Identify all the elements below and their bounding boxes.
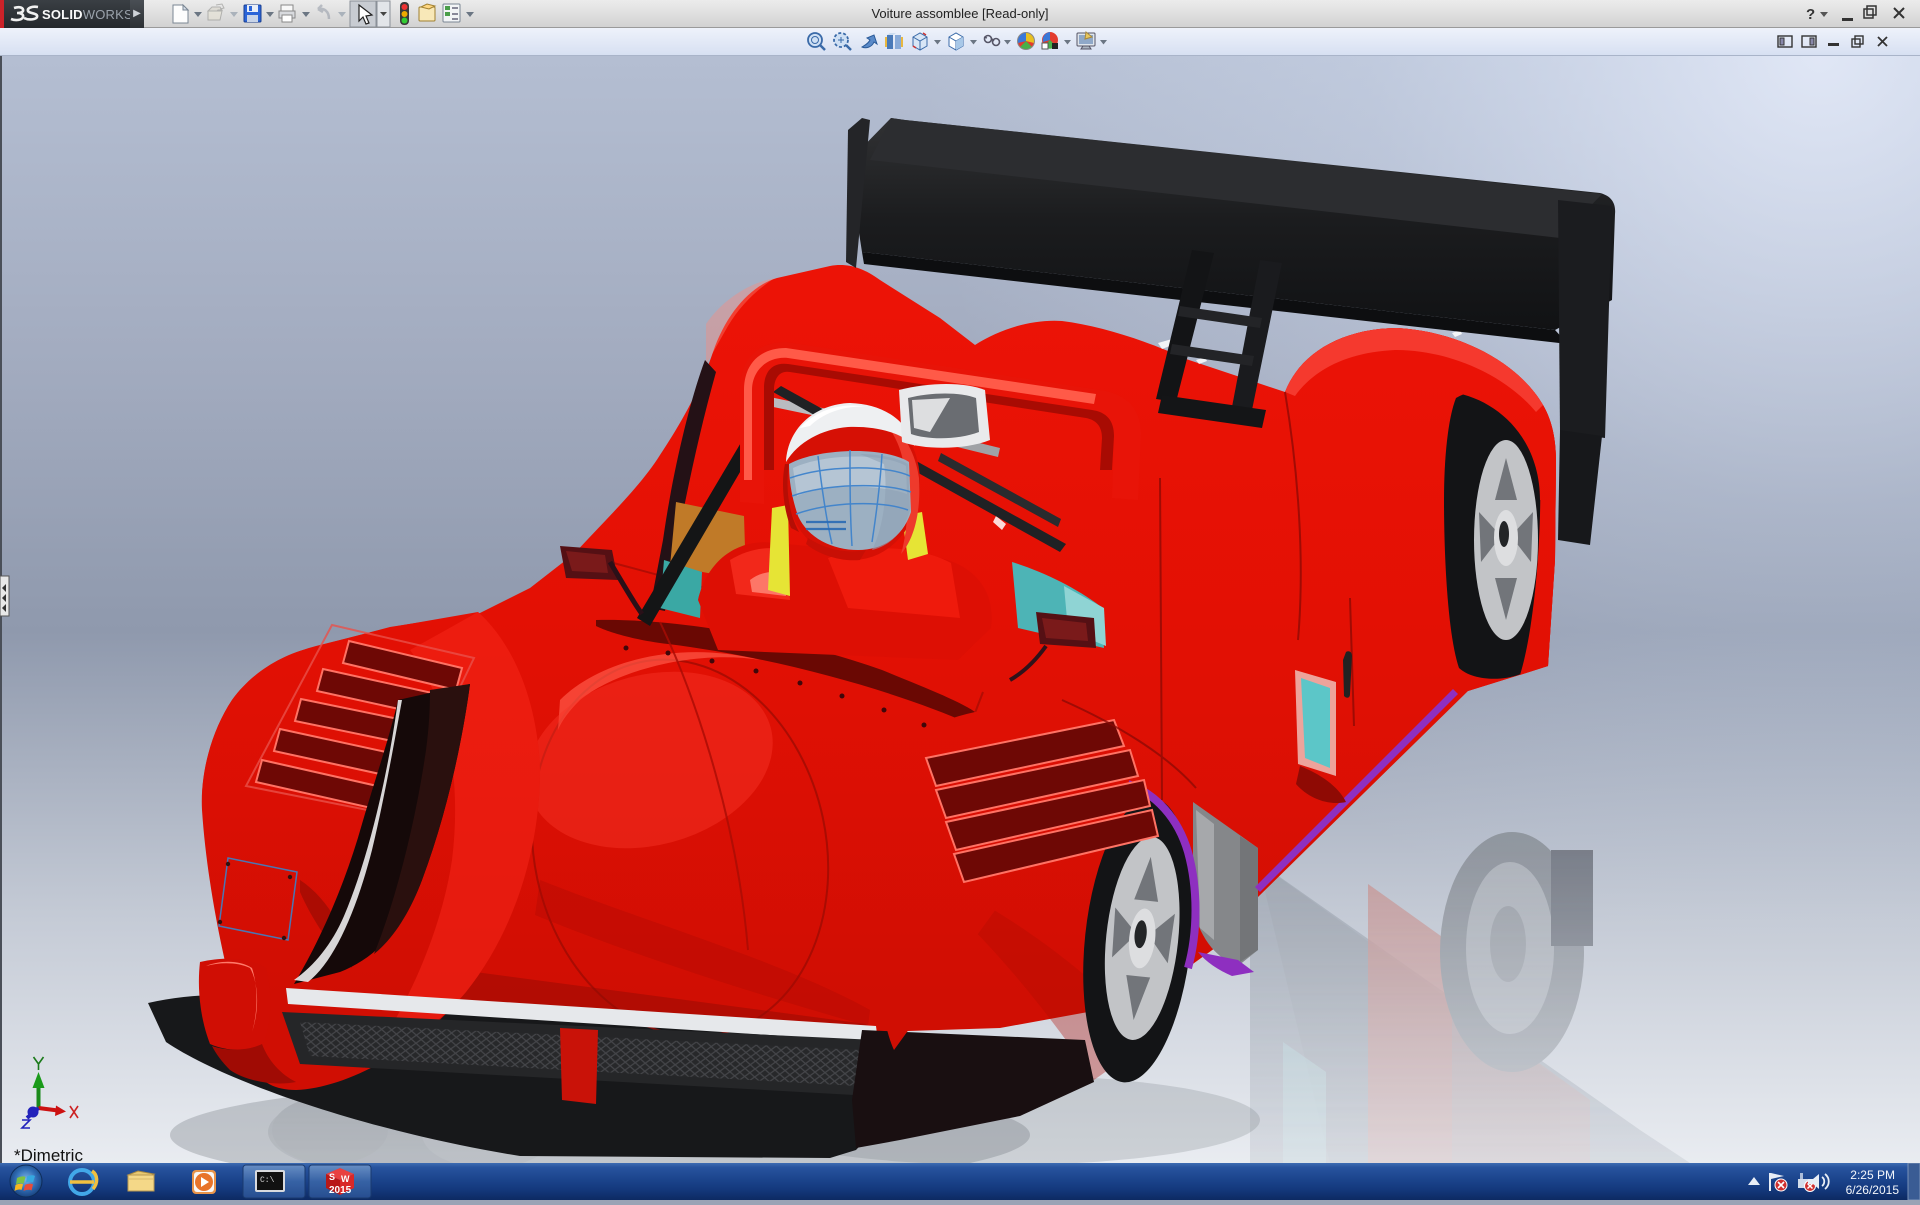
svg-text:6/26/2015: 6/26/2015	[1846, 1183, 1900, 1197]
svg-text:SOLIDWORKS: SOLIDWORKS	[42, 7, 130, 22]
svg-text:W: W	[341, 1174, 350, 1184]
svg-text:*Dimetric: *Dimetric	[14, 1146, 83, 1163]
svg-text:?: ?	[1806, 6, 1815, 23]
svg-text:2:25 PM: 2:25 PM	[1850, 1168, 1895, 1182]
svg-text:C:\: C:\	[260, 1176, 275, 1185]
svg-text:S: S	[329, 1172, 335, 1182]
svg-text:2015: 2015	[329, 1185, 352, 1196]
